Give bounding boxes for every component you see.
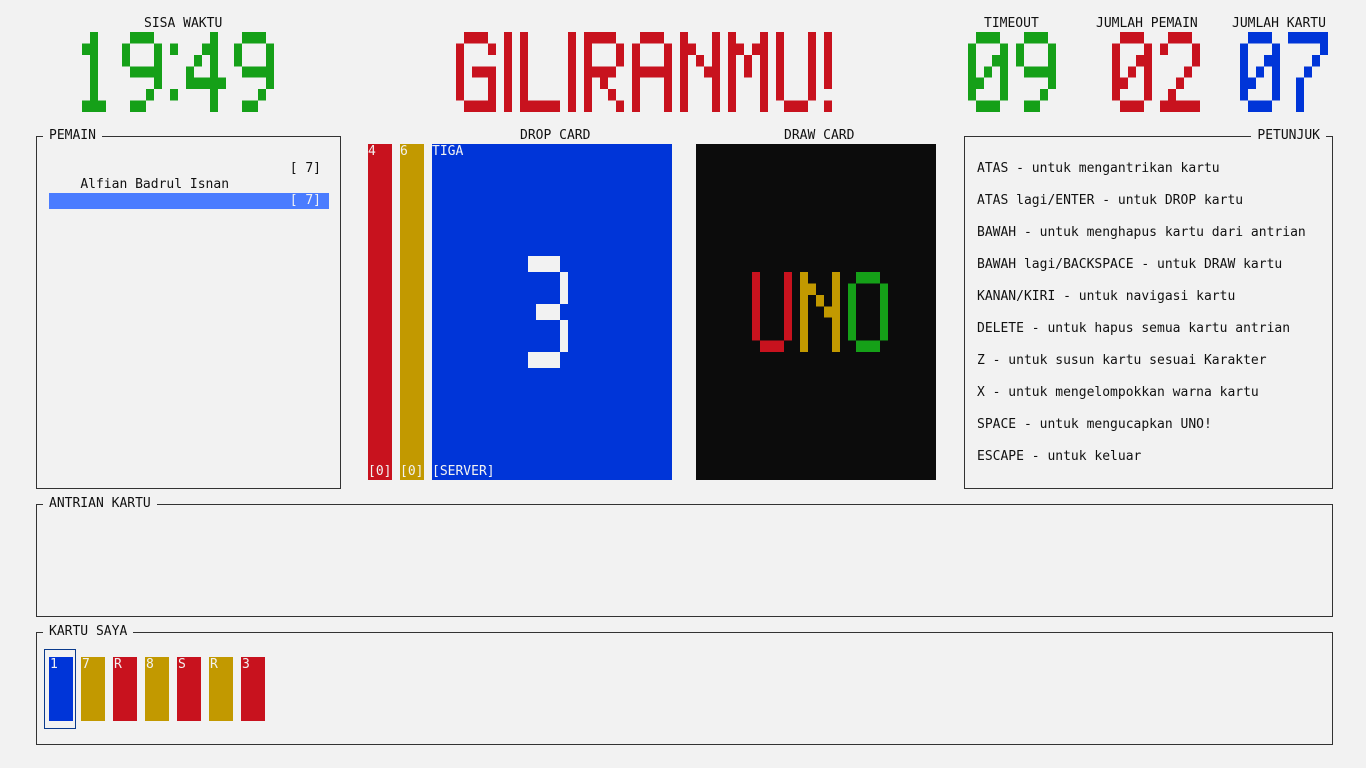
- hand-card-label: 3: [242, 657, 250, 672]
- hand-card[interactable]: 3: [241, 657, 265, 721]
- player-row[interactable]: Alfian Badrul Isnan [ 7]: [49, 161, 329, 192]
- draw-card-deck[interactable]: [696, 144, 936, 480]
- instruction-item: KANAN/KIRI - untuk navigasi kartu: [977, 289, 1236, 304]
- hand-card[interactable]: R: [113, 657, 137, 721]
- instruction-item: BAWAH lagi/BACKSPACE - untuk DRAW kartu: [977, 257, 1283, 272]
- player-card-count: [ 7]: [289, 193, 321, 208]
- instructions-panel: PETUNJUK ATAS - untuk mengantrikan kartu…: [964, 128, 1333, 489]
- hand-panel: KARTU SAYA 1 7 R 8 S R 3: [36, 624, 1333, 745]
- glyph-9: [122, 32, 162, 112]
- hand-card-label: S: [178, 657, 186, 672]
- hand-card-label: 7: [82, 657, 90, 672]
- hand-card-label: 1: [50, 657, 58, 672]
- glyph-L: [520, 32, 560, 112]
- card-count-label: JUMLAH KARTU: [1232, 16, 1326, 31]
- glyph-I: [504, 32, 512, 112]
- players-panel-title: PEMAIN: [43, 128, 102, 144]
- instruction-item: ATAS - untuk mengantrikan kartu: [977, 161, 1220, 176]
- instructions-title: PETUNJUK: [1251, 128, 1326, 144]
- hand-card[interactable]: 1: [49, 657, 73, 721]
- instruction-item: BAWAH - untuk menghapus kartu dari antri…: [977, 225, 1306, 240]
- instruction-item: X - untuk mengelompokkan warna kartu: [977, 385, 1259, 400]
- glyph-U: [776, 32, 816, 112]
- drop-card-glyph: [528, 256, 568, 368]
- glyph-I: [568, 32, 576, 112]
- turn-banner: [456, 32, 832, 112]
- instruction-item: SPACE - untuk mengucapkan UNO!: [977, 417, 1212, 432]
- hand-card-label: 8: [146, 657, 154, 672]
- glyph-U: [752, 272, 792, 352]
- instruction-item: DELETE - untuk hapus semua kartu antrian: [977, 321, 1291, 336]
- glyph-G: [456, 32, 496, 112]
- glyph-7: [1288, 32, 1328, 112]
- glyph-:: [170, 43, 178, 101]
- timeout-display: [968, 32, 1056, 112]
- glyph-N: [680, 32, 720, 112]
- drop-stack-card: 4 [0]: [368, 144, 392, 480]
- glyph-0: [1240, 32, 1280, 112]
- glyph-R: [584, 32, 624, 112]
- player-card-count: [ 7]: [289, 161, 321, 176]
- glyph-!: [824, 32, 832, 112]
- player-name: Idham Ramadito: [80, 209, 190, 224]
- glyph-4: [186, 32, 226, 112]
- stack-card-value: 4: [368, 144, 376, 159]
- player-count-display: [1112, 32, 1200, 112]
- instruction-item: Z - untuk susun kartu sesuai Karakter: [977, 353, 1267, 368]
- glyph-A: [632, 32, 672, 112]
- glyph-2: [1160, 32, 1200, 112]
- glyph-9: [234, 32, 274, 112]
- card-queue-title: ANTRIAN KARTU: [43, 496, 157, 512]
- time-label: SISA WAKTU: [144, 16, 223, 31]
- time-display: [82, 32, 274, 112]
- drop-card-title: DROP CARD: [520, 128, 591, 143]
- drop-card-owner: [SERVER]: [432, 464, 495, 479]
- hand-card[interactable]: 7: [81, 657, 105, 721]
- instruction-item: ATAS lagi/ENTER - untuk DROP kartu: [977, 193, 1244, 208]
- card-count-display: [1240, 32, 1328, 112]
- drop-card-name: TIGA: [432, 144, 464, 159]
- glyph-O: [848, 272, 888, 352]
- hand-card-label: R: [210, 657, 218, 672]
- player-count-label: JUMLAH PEMAIN: [1096, 16, 1198, 31]
- drop-stack-card: 6 [0]: [400, 144, 424, 480]
- uno-logo: [752, 272, 888, 352]
- timeout-label: TIMEOUT: [984, 16, 1039, 31]
- player-name: Alfian Badrul Isnan: [80, 177, 230, 192]
- hand-card[interactable]: S: [177, 657, 201, 721]
- stack-card-value: 6: [400, 144, 408, 159]
- glyph-M: [728, 32, 768, 112]
- card-queue-panel[interactable]: ANTRIAN KARTU: [36, 496, 1333, 617]
- stack-card-count: [0]: [400, 464, 424, 479]
- hand-card[interactable]: 8: [145, 657, 169, 721]
- glyph-3: [528, 256, 568, 368]
- instruction-item: ESCAPE - untuk keluar: [977, 449, 1142, 464]
- hand-card[interactable]: R: [209, 657, 233, 721]
- glyph-0: [1112, 32, 1152, 112]
- draw-card-title: DRAW CARD: [784, 128, 855, 143]
- player-row-selected[interactable]: Idham Ramadito [ 7]: [49, 193, 329, 224]
- glyph-1: [82, 32, 106, 112]
- hand-title: KARTU SAYA: [43, 624, 134, 640]
- hand-card-label: R: [114, 657, 122, 672]
- glyph-N: [800, 272, 840, 352]
- glyph-9: [1016, 32, 1056, 112]
- stack-card-count: [0]: [368, 464, 392, 479]
- drop-card-top[interactable]: TIGA [SERVER]: [432, 144, 672, 480]
- players-panel: PEMAIN Alfian Badrul Isnan [ 7] Idham Ra…: [36, 128, 341, 489]
- glyph-0: [968, 32, 1008, 112]
